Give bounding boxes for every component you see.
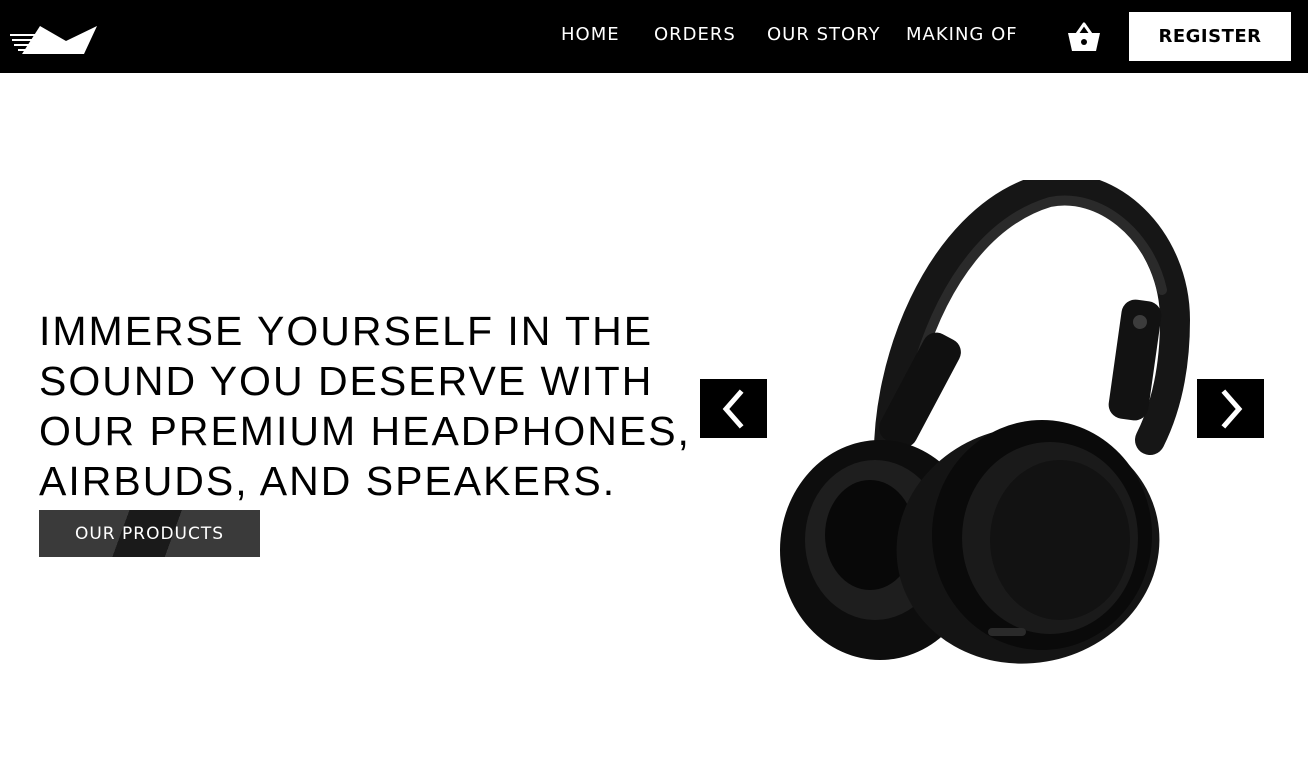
hero-heading: IMMERSE YOURSELF IN THE SOUND YOU DESERV… [39, 308, 691, 504]
chevron-right-icon [1220, 388, 1242, 429]
top-navbar: HOME ORDERS OUR STORY MAKING OF REGISTER [0, 0, 1308, 73]
nav-link-making-of[interactable]: MAKING OF [906, 24, 1018, 46]
chevron-left-icon [722, 388, 744, 429]
basket-icon[interactable] [1066, 20, 1102, 54]
carousel-prev-button[interactable] [700, 379, 767, 438]
our-products-button[interactable]: OUR PRODUCTS [39, 510, 260, 557]
brand-logo-icon[interactable] [10, 22, 98, 56]
nav-link-our-story[interactable]: OUR STORY [767, 24, 881, 46]
headphones-image [780, 180, 1190, 664]
register-button[interactable]: REGISTER [1129, 12, 1291, 61]
nav-link-home[interactable]: HOME [561, 24, 620, 46]
nav-link-orders[interactable]: ORDERS [654, 24, 736, 46]
carousel-next-button[interactable] [1197, 379, 1264, 438]
